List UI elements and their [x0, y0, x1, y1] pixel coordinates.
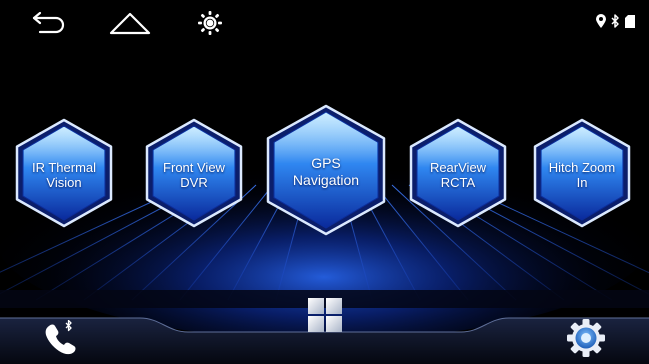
app-label: Front View DVR	[144, 160, 244, 190]
app-label: Hitch Zoom In	[532, 160, 632, 190]
app-tile-rearview-rcta[interactable]: RearView RCTA	[408, 118, 508, 228]
brightness-icon[interactable]	[197, 10, 223, 36]
home-icon[interactable]	[108, 8, 152, 36]
app-grid-icon[interactable]	[307, 297, 343, 333]
signal-icon	[625, 14, 635, 28]
status-icons-area	[596, 11, 635, 31]
app-tile-front-view-dvr[interactable]: Front View DVR	[144, 118, 244, 228]
location-pin-icon	[596, 14, 606, 28]
settings-gear-icon[interactable]	[566, 318, 606, 358]
app-label: GPS Navigation	[265, 155, 387, 189]
app-label-line1: GPS	[311, 155, 341, 171]
app-label-line2: RCTA	[440, 175, 476, 190]
app-label-line1: RearView	[429, 160, 487, 175]
back-arrow-icon[interactable]	[30, 9, 70, 35]
top-navigation-bar	[0, 0, 649, 44]
bottom-dock	[0, 298, 649, 364]
app-label: IR Thermal Vision	[14, 160, 114, 190]
app-label-line2: Navigation	[292, 172, 360, 188]
phone-bluetooth-icon[interactable]	[43, 319, 79, 356]
app-label-line2: Vision	[46, 175, 82, 190]
app-label-line1: Front View	[163, 160, 225, 175]
car-home-screen: IR Thermal Vision Front View DVR GPS Nav…	[0, 0, 649, 364]
app-label-line2: In	[576, 175, 588, 190]
app-tile-ir-thermal-vision[interactable]: IR Thermal Vision	[14, 118, 114, 228]
app-label: RearView RCTA	[408, 160, 508, 190]
app-tile-hitch-zoom-in[interactable]: Hitch Zoom In	[532, 118, 632, 228]
app-label-line2: DVR	[180, 175, 208, 190]
app-label-line1: Hitch Zoom	[548, 160, 616, 175]
bluetooth-icon	[611, 14, 619, 28]
app-label-line1: IR Thermal	[31, 160, 97, 175]
app-tile-gps-navigation[interactable]: GPS Navigation	[265, 104, 387, 236]
